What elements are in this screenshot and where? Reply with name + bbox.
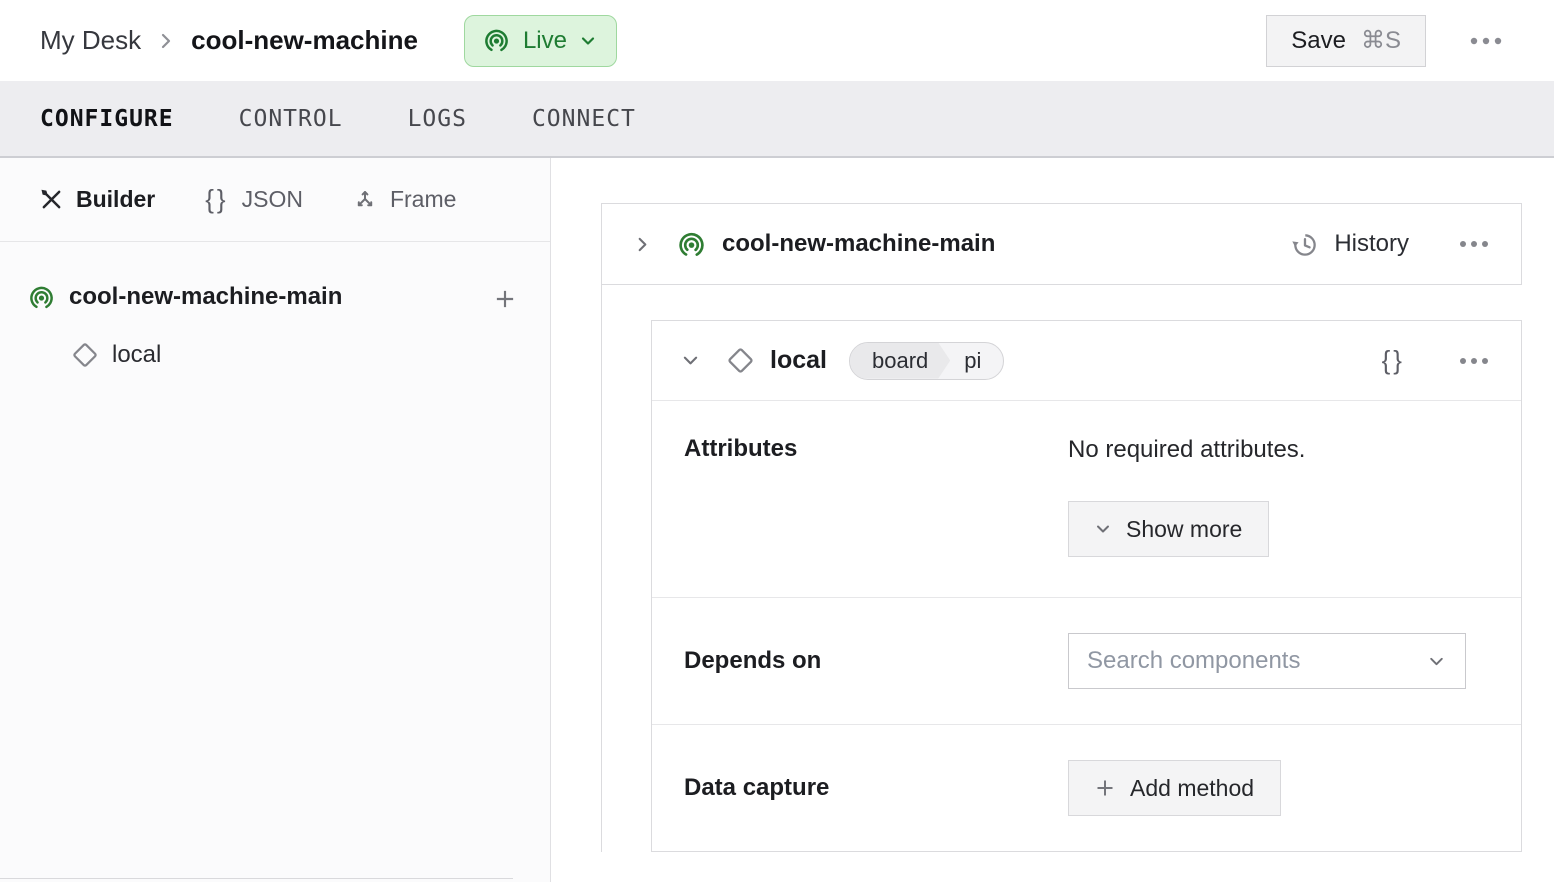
attributes-label-col: Attributes xyxy=(652,435,1068,557)
machine-part-card: cool-new-machine-main History xyxy=(601,203,1522,285)
part-card-title: cool-new-machine-main xyxy=(722,230,995,258)
braces-icon: {} xyxy=(205,184,228,215)
data-capture-content: Add method xyxy=(1068,760,1521,816)
plus-icon xyxy=(492,286,518,312)
tab-configure[interactable]: CONFIGURE xyxy=(40,106,174,132)
depends-on-label-col: Depends on xyxy=(652,647,1068,675)
mode-tab-builder[interactable]: Builder xyxy=(40,186,155,213)
chevron-down-icon xyxy=(1095,521,1111,537)
add-method-label: Add method xyxy=(1130,775,1254,802)
attributes-label: Attributes xyxy=(684,435,797,462)
content-area: Builder {} JSON Frame xyxy=(0,158,1554,882)
data-capture-label-col: Data capture xyxy=(652,774,1068,802)
tab-logs[interactable]: LOGS xyxy=(408,106,467,132)
live-label: Live xyxy=(523,27,567,55)
header-overflow-menu-button[interactable] xyxy=(1462,29,1510,53)
history-button[interactable]: History xyxy=(1290,230,1409,259)
app-header: My Desk cool-new-machine Live Save ⌘S xyxy=(0,0,1554,81)
plus-icon xyxy=(1095,778,1115,798)
tree-item-label: cool-new-machine-main xyxy=(69,283,342,311)
attributes-section: Attributes No required attributes. Show … xyxy=(652,401,1521,598)
depends-on-content: Search components xyxy=(1068,633,1521,689)
component-diamond-icon xyxy=(70,340,100,370)
show-more-label: Show more xyxy=(1126,516,1242,543)
show-more-button[interactable]: Show more xyxy=(1068,501,1269,557)
braces-icon: {} xyxy=(1382,345,1405,375)
configure-sidebar: Builder {} JSON Frame xyxy=(0,158,551,882)
sidebar-mode-tabs: Builder {} JSON Frame xyxy=(0,158,550,242)
ellipsis-icon xyxy=(1459,240,1489,248)
machine-nav-tabs: CONFIGURE CONTROL LOGS CONNECT xyxy=(0,81,1554,158)
tree-item-machine-part[interactable]: cool-new-machine-main xyxy=(0,268,550,326)
depends-on-placeholder: Search components xyxy=(1087,647,1428,675)
broadcast-icon xyxy=(483,27,510,54)
attributes-empty-text: No required attributes. xyxy=(1068,435,1495,465)
component-model-badge: board pi xyxy=(849,342,1004,380)
mode-tab-label: Builder xyxy=(76,186,155,213)
breadcrumb-current: cool-new-machine xyxy=(191,25,418,56)
component-card-menu-button[interactable] xyxy=(1453,351,1495,371)
machine-part-icon xyxy=(677,230,706,259)
component-model: pi xyxy=(950,343,1003,379)
ellipsis-icon xyxy=(1470,37,1502,45)
live-status-dropdown[interactable]: Live xyxy=(464,15,617,67)
component-json-button[interactable]: {} xyxy=(1378,341,1409,380)
add-component-button[interactable] xyxy=(488,282,522,316)
depends-on-label: Depends on xyxy=(684,647,821,674)
attributes-content: No required attributes. Show more xyxy=(1068,435,1521,557)
chevron-down-icon xyxy=(580,33,596,49)
tab-control[interactable]: CONTROL xyxy=(239,106,343,132)
component-type: board xyxy=(850,343,950,379)
tree-item-component-local[interactable]: local xyxy=(0,326,550,384)
history-button-label: History xyxy=(1334,230,1409,258)
chevron-down-icon xyxy=(682,352,699,369)
add-method-button[interactable]: Add method xyxy=(1068,760,1281,816)
chevron-right-icon xyxy=(634,236,651,253)
tab-connect[interactable]: CONNECT xyxy=(532,106,636,132)
chevron-right-icon xyxy=(157,32,175,50)
component-card-local: local board pi {} Attributes xyxy=(651,320,1522,852)
component-card-header: local board pi {} xyxy=(652,321,1521,401)
component-diamond-icon xyxy=(725,345,756,376)
data-capture-label: Data capture xyxy=(684,774,829,801)
tools-icon xyxy=(40,188,63,211)
mode-tab-label: JSON xyxy=(242,186,303,213)
configure-main-panel: cool-new-machine-main History xyxy=(551,158,1554,882)
part-component-connector-line xyxy=(601,285,602,852)
machine-part-icon xyxy=(28,284,55,311)
component-card-title: local xyxy=(770,346,827,375)
mode-tab-frame[interactable]: Frame xyxy=(353,186,456,213)
sidebar-bottom-divider xyxy=(0,878,513,879)
depends-on-select[interactable]: Search components xyxy=(1068,633,1466,689)
chevron-down-icon xyxy=(1428,653,1445,670)
tree-item-label: local xyxy=(112,341,161,369)
collapse-component-button[interactable] xyxy=(682,352,699,369)
mode-tab-json[interactable]: {} JSON xyxy=(205,184,303,215)
data-capture-section: Data capture Add method xyxy=(652,725,1521,851)
machine-tree: cool-new-machine-main local xyxy=(0,242,550,384)
expand-part-button[interactable] xyxy=(634,236,651,253)
ellipsis-icon xyxy=(1459,357,1489,365)
frame-axes-icon xyxy=(353,188,377,212)
save-button-label: Save xyxy=(1291,27,1346,55)
mode-tab-label: Frame xyxy=(390,186,456,213)
save-button[interactable]: Save ⌘S xyxy=(1266,15,1426,67)
part-card-menu-button[interactable] xyxy=(1453,234,1495,254)
depends-on-section: Depends on Search components xyxy=(652,598,1521,725)
save-shortcut-hint: ⌘S xyxy=(1361,26,1401,55)
history-clock-icon xyxy=(1290,230,1319,259)
breadcrumb-parent[interactable]: My Desk xyxy=(40,25,141,56)
